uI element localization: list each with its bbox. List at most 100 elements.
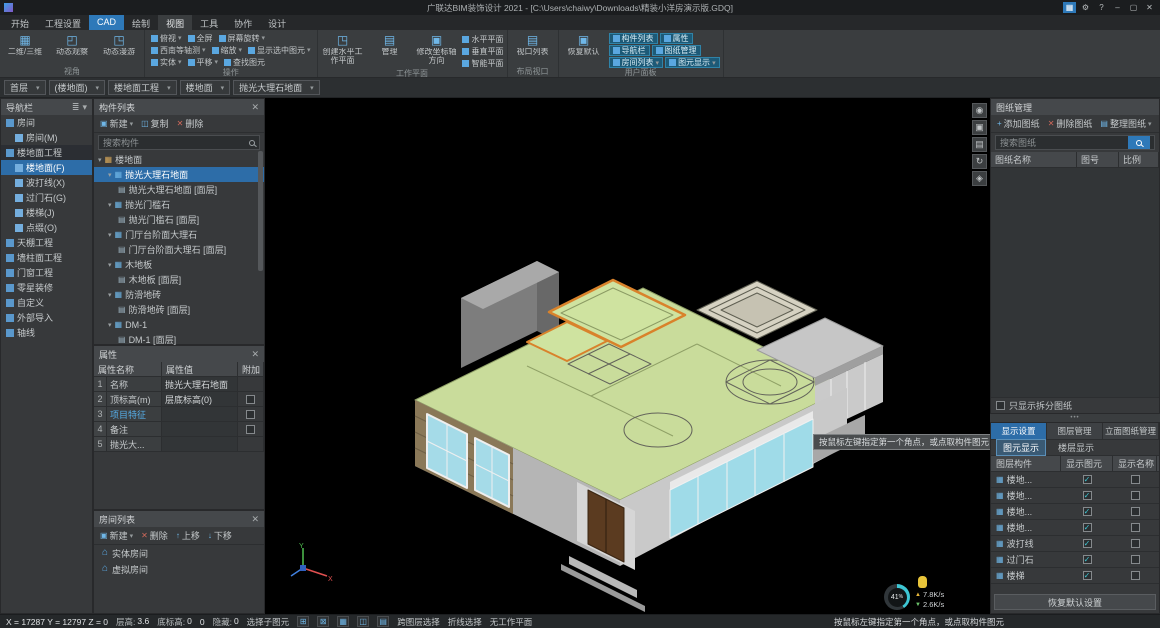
ribbon-smbtn-1-2-2[interactable]: 查找图元 [221, 56, 268, 68]
layer-select-icon[interactable]: ◫ [357, 616, 369, 627]
ribbon-smbtn-1-1-0[interactable]: 西南等轴测▾ [148, 44, 209, 56]
chevron-down-icon[interactable]: ▾ [82, 102, 87, 113]
attach-checkbox[interactable] [246, 395, 255, 404]
prop-value[interactable]: 层底标高(0) [162, 392, 238, 406]
display-tab-2[interactable]: 立面图纸管理 [1103, 423, 1159, 439]
nav-item-2[interactable]: 楼地面工程 [1, 145, 92, 160]
status-mode-1[interactable]: 折线选择 [448, 616, 482, 628]
display-tab-0[interactable]: 显示设置 [991, 423, 1047, 439]
nav-item-4[interactable]: 波打线(X) [1, 175, 92, 190]
plane-option-1[interactable]: 垂直平面 [462, 45, 504, 57]
search-drawings-button[interactable] [1128, 136, 1150, 149]
show-name-checkbox[interactable] [1131, 491, 1140, 500]
tree-item-3[interactable]: ▾▦抛光门槛石 [94, 197, 264, 212]
room-toolbar-btn-2[interactable]: ↑上移 [173, 529, 203, 543]
region-select-icon[interactable]: ▦ [337, 616, 349, 627]
show-element-checkbox[interactable]: ✓ [1083, 475, 1092, 484]
tree-item-5[interactable]: ▾▦门厅台阶面大理石 [94, 227, 264, 242]
drawing-toolbar-btn-0[interactable]: +添加图纸 [994, 117, 1043, 131]
tree-item-11[interactable]: ▾▦DM-1 [94, 317, 264, 332]
zoom-extent-icon[interactable]: ◉ [972, 103, 987, 118]
show-element-checkbox[interactable]: ✓ [1083, 555, 1092, 564]
show-name-checkbox[interactable] [1131, 523, 1140, 532]
scrollbar[interactable] [258, 151, 263, 271]
ribbon-bigbtn-2-0[interactable]: ◳创建水平工作平面 [321, 31, 365, 66]
status-mode-0[interactable]: 跨图层选择 [397, 616, 440, 628]
ribbon-smbtn-1-1-1[interactable]: 缩放▾ [209, 44, 246, 56]
panel-toggle-1-0[interactable]: 导航栏 [609, 45, 650, 56]
nav-item-6[interactable]: 楼梯(J) [1, 205, 92, 220]
show-element-checkbox[interactable]: ✓ [1083, 523, 1092, 532]
breadcrumb-item-0[interactable]: 首层▾ [4, 80, 46, 95]
ribbon-bigbtn-3-0[interactable]: ▤视口列表 [511, 31, 555, 57]
filter-checkbox[interactable] [996, 401, 1005, 410]
display-subtab-0[interactable]: 图元显示 [996, 439, 1046, 456]
show-name-checkbox[interactable] [1131, 571, 1140, 580]
panel-toggle-2-1[interactable]: 图元显示▾ [665, 57, 720, 68]
ribbon-tab-3[interactable]: 绘制 [124, 15, 158, 30]
show-element-checkbox[interactable]: ✓ [1083, 507, 1092, 516]
tree-item-10[interactable]: ▤防滑地砖 [面层] [94, 302, 264, 317]
component-toolbar-btn-2[interactable]: ✕删除 [174, 117, 207, 131]
ribbon-tab-7[interactable]: 设计 [260, 15, 294, 30]
prop-value[interactable] [162, 407, 238, 421]
prop-value[interactable]: 抛光大理石地面 [162, 377, 238, 391]
ribbon-tab-1[interactable]: 工程设置 [37, 15, 89, 30]
panel-toggle-0-0[interactable]: 构件列表 [609, 33, 658, 44]
gear-icon[interactable]: ⚙ [1079, 2, 1092, 13]
ribbon-bigbtn-0-2[interactable]: ◳动态漫游 [97, 31, 141, 57]
component-toolbar-btn-1[interactable]: ◫复制 [138, 117, 172, 131]
tree-item-0[interactable]: ▾▦楼地面 [94, 152, 264, 167]
breadcrumb-item-2[interactable]: 楼地面工程▾ [108, 80, 177, 95]
ribbon-tab-4[interactable]: 视图 [158, 15, 192, 30]
attach-checkbox[interactable] [246, 410, 255, 419]
attach-checkbox[interactable] [246, 425, 255, 434]
minimize-icon[interactable]: – [1111, 2, 1124, 13]
ribbon-bigbtn-0-1[interactable]: ◰动态观察 [50, 31, 94, 57]
badge-icon[interactable]: ▦ [1063, 2, 1076, 13]
viewports-icon[interactable]: ▤ [972, 137, 987, 152]
ribbon-tab-5[interactable]: 工具 [192, 15, 226, 30]
breadcrumb-item-4[interactable]: 抛光大理石地面▾ [233, 80, 320, 95]
plane-option-2[interactable]: 智能平面 [462, 57, 504, 69]
nav-item-12[interactable]: 自定义 [1, 295, 92, 310]
ribbon-smbtn-1-0-0[interactable]: 俯视▾ [148, 32, 185, 44]
viewcube-icon[interactable]: ▣ [972, 120, 987, 135]
viewport-3d[interactable]: 按鼠标左键指定第一个角点，或点取构件图元 ◉▣▤↻◈ X Y 41% ▲7.8K… [265, 98, 990, 614]
drawing-search-input[interactable]: 搜索图纸 [995, 135, 1155, 150]
ribbon-tab-6[interactable]: 协作 [226, 15, 260, 30]
close-icon[interactable]: ✕ [251, 514, 259, 525]
help-icon[interactable]: ? [1095, 2, 1108, 13]
tree-item-7[interactable]: ▾▦木地板 [94, 257, 264, 272]
room-toolbar-btn-0[interactable]: ▣新建▾ [97, 529, 136, 543]
ribbon-smbtn-1-0-2[interactable]: 屏幕旋转▾ [216, 32, 269, 44]
nav-item-11[interactable]: 零星装修 [1, 280, 92, 295]
nav-item-9[interactable]: 墙柱面工程 [1, 250, 92, 265]
nav-item-3[interactable]: 楼地面(F) [1, 160, 92, 175]
close-icon[interactable]: ✕ [251, 102, 259, 113]
window-select-icon[interactable]: ⊞ [297, 616, 309, 627]
show-element-checkbox[interactable]: ✓ [1083, 571, 1092, 580]
show-element-checkbox[interactable]: ✓ [1083, 539, 1092, 548]
drawing-toolbar-btn-1[interactable]: ✕删除图纸 [1045, 117, 1096, 131]
tree-item-1[interactable]: ▾▦抛光大理石地面 [94, 167, 264, 182]
ribbon-tab-0[interactable]: 开始 [3, 15, 37, 30]
ribbon-bigbtn-2-1[interactable]: ▤管理 [368, 31, 412, 57]
panel-toggle-2-0[interactable]: 房间列表▾ [609, 57, 664, 68]
drawing-toolbar-btn-2[interactable]: ▤整理图纸▾ [1097, 117, 1154, 131]
ribbon-tab-2[interactable]: CAD [89, 15, 124, 30]
close-icon[interactable]: ✕ [251, 349, 259, 360]
nav-item-14[interactable]: 轴线 [1, 325, 92, 340]
maximize-icon[interactable]: ▢ [1127, 2, 1140, 13]
room-item-1[interactable]: ⌂虚拟房间 [94, 561, 264, 577]
expand-icon[interactable]: ▾ [108, 231, 112, 239]
ribbon-smbtn-1-1-2[interactable]: 显示选中图元▾ [245, 44, 314, 56]
panel-toggle-1-1[interactable]: 图纸管理 [652, 45, 701, 56]
panel-splitter[interactable]: ••• [990, 414, 1160, 422]
nav-item-1[interactable]: 房间(M) [1, 130, 92, 145]
tree-item-4[interactable]: ▤抛光门槛石 [面层] [94, 212, 264, 227]
compass-icon[interactable]: ◈ [972, 171, 987, 186]
reset-display-button[interactable]: 恢复默认设置 [994, 594, 1156, 610]
nav-item-5[interactable]: 过门石(G) [1, 190, 92, 205]
ribbon-smbtn-1-2-1[interactable]: 平移▾ [185, 56, 222, 68]
